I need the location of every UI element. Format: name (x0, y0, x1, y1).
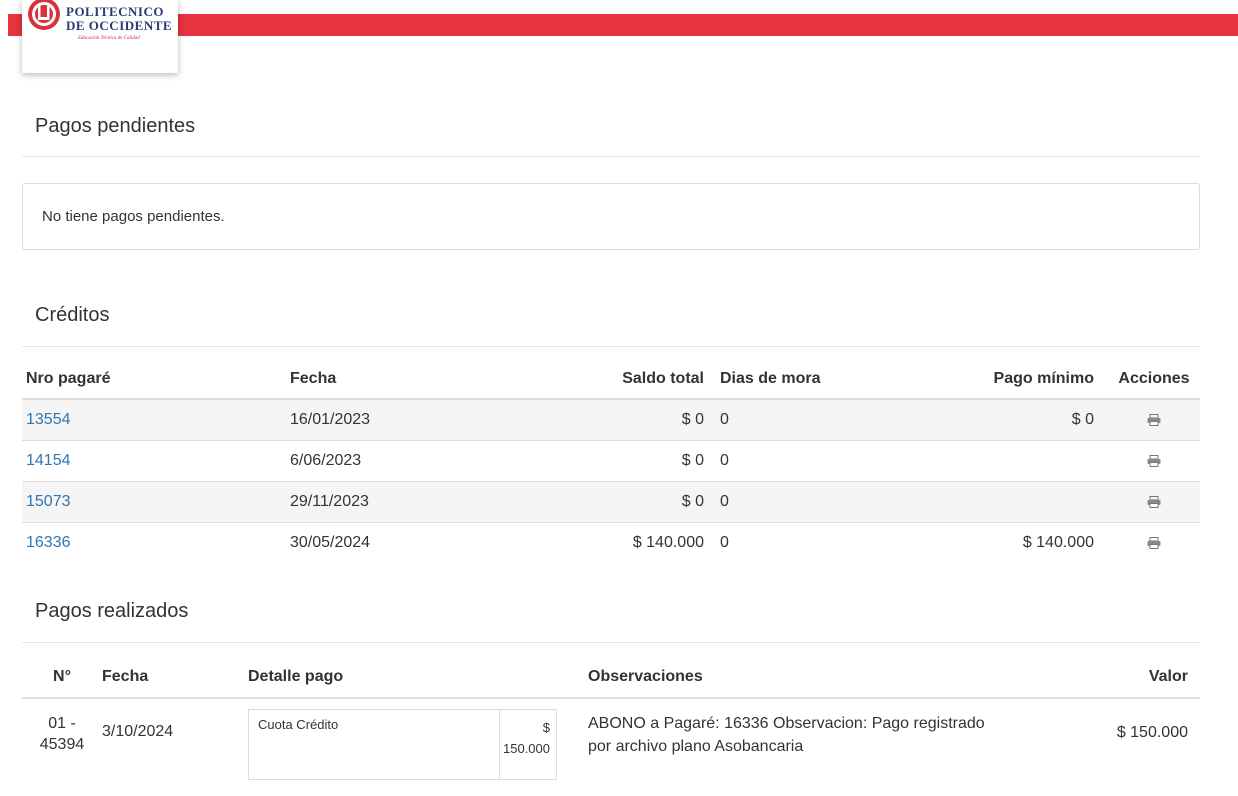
credits-table: Nro pagaré Fecha Saldo total Dias de mor… (22, 360, 1200, 563)
cell-minimo (904, 440, 1108, 482)
cell-minimo: $ 0 (904, 399, 1108, 441)
credits-header-row: Nro pagaré Fecha Saldo total Dias de mor… (22, 360, 1200, 400)
section-title-pendientes: Pagos pendientes (35, 115, 196, 137)
table-row: 16336 30/05/2024 $ 140.000 0 $ 140.000 (22, 522, 1200, 563)
logo-line2: DE OCCIDENTE (66, 18, 173, 33)
divider (22, 156, 1200, 157)
cell-fecha: 3/10/2024 (102, 697, 248, 796)
no-pending-notice: No tiene pagos pendientes. (22, 183, 1200, 250)
cell-mora: 0 (714, 481, 904, 523)
table-row: 13554 16/01/2023 $ 0 0 $ 0 (22, 399, 1200, 441)
detail-moneda: $ (542, 720, 550, 735)
cell-saldo: $ 0 (540, 481, 714, 523)
col-header-num[interactable]: N° (22, 657, 102, 699)
col-header-acciones: Acciones (1108, 360, 1200, 400)
obs-line1: ABONO a Pagaré: 16336 Observacion: Pago … (588, 715, 985, 732)
table-row: 01 - 45394 3/10/2024 Cuota Crédito $ 150… (22, 697, 1200, 796)
divider (22, 346, 1200, 347)
logo-tagline: Educación Técnica de Calidad (78, 36, 140, 41)
cell-detalle: Cuota Crédito $ 150.000 (248, 697, 588, 796)
payments-header-row: N° Fecha Detalle pago Observaciones Valo… (22, 657, 1200, 699)
cell-mora: 0 (714, 522, 904, 563)
printer-icon[interactable] (1147, 536, 1161, 549)
cell-fecha: 16/01/2023 (290, 399, 540, 441)
cell-minimo (904, 481, 1108, 523)
col-header-saldo[interactable]: Saldo total (540, 360, 714, 400)
section-title-creditos: Créditos (35, 304, 110, 326)
printer-icon[interactable] (1147, 495, 1161, 508)
col-header-mora[interactable]: Dias de mora (714, 360, 904, 400)
detail-monto: $ 150.000 (499, 709, 557, 780)
divider (22, 642, 1200, 643)
institution-logo[interactable]: POLITECNICO DE OCCIDENTE Educación Técni… (22, 0, 178, 73)
detail-concepto: Cuota Crédito (248, 709, 500, 780)
pagare-link[interactable]: 15073 (26, 493, 71, 510)
cell-fecha: 29/11/2023 (290, 481, 540, 523)
table-row: 15073 29/11/2023 $ 0 0 (22, 481, 1200, 523)
cell-observaciones: ABONO a Pagaré: 16336 Observacion: Pago … (588, 697, 1058, 796)
col-header-nro[interactable]: Nro pagaré (22, 360, 290, 400)
pagare-link[interactable]: 16336 (26, 534, 71, 551)
top-accent-bar (0, 14, 1238, 36)
col-header-fecha[interactable]: Fecha (290, 360, 540, 400)
col-header-valor[interactable]: Valor (1058, 657, 1200, 699)
col-header-observaciones[interactable]: Observaciones (588, 657, 1058, 699)
notice-text: No tiene pagos pendientes. (42, 208, 225, 225)
num-line1: 01 - (48, 715, 76, 732)
cell-saldo: $ 0 (540, 440, 714, 482)
col-header-detalle[interactable]: Detalle pago (248, 657, 588, 699)
cell-valor: $ 150.000 (1058, 697, 1200, 796)
pagare-link[interactable]: 13554 (26, 411, 71, 428)
cell-mora: 0 (714, 399, 904, 441)
table-row: 14154 6/06/2023 $ 0 0 (22, 440, 1200, 482)
detail-subtable: Cuota Crédito $ 150.000 (248, 709, 557, 780)
cell-saldo: $ 0 (540, 399, 714, 441)
cell-fecha: 30/05/2024 (290, 522, 540, 563)
col-header-minimo[interactable]: Pago mínimo (904, 360, 1108, 400)
cell-mora: 0 (714, 440, 904, 482)
section-title-realizados: Pagos realizados (35, 600, 189, 622)
pagare-link[interactable]: 14154 (26, 452, 71, 469)
logo-mark-icon (28, 0, 60, 30)
cell-saldo: $ 140.000 (540, 522, 714, 563)
detail-valor: 150.000 (503, 741, 550, 756)
payments-table: N° Fecha Detalle pago Observaciones Valo… (22, 657, 1200, 796)
num-line2: 45394 (39, 736, 85, 753)
col-header-fecha[interactable]: Fecha (102, 657, 248, 699)
top-bar-gap (0, 14, 8, 36)
printer-icon[interactable] (1147, 454, 1161, 467)
obs-line2: por archivo plano Asobancaria (588, 738, 804, 755)
cell-num: 01 - 45394 (22, 697, 102, 796)
printer-icon[interactable] (1147, 413, 1161, 426)
cell-fecha: 6/06/2023 (290, 440, 540, 482)
cell-minimo: $ 140.000 (904, 522, 1108, 563)
